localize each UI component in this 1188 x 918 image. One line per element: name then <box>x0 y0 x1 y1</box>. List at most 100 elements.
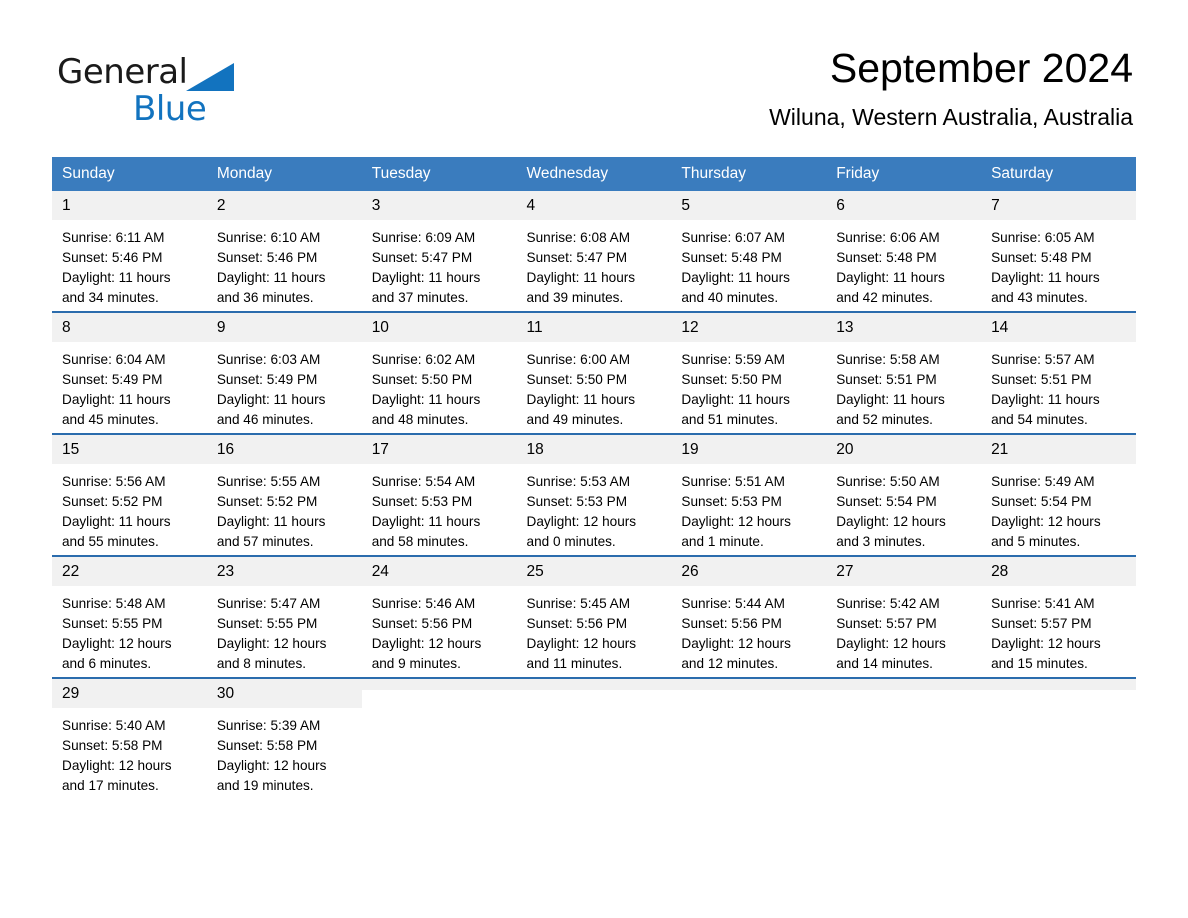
day-number <box>671 679 827 690</box>
daylight-text-line2: and 42 minutes. <box>836 290 933 305</box>
daylight-text-line2: and 39 minutes. <box>526 290 624 305</box>
day-cell[interactable]: 7 Sunrise: 6:05 AM Sunset: 5:48 PM Dayli… <box>981 191 1136 312</box>
weekday-header-friday: Friday <box>826 157 982 191</box>
calendar-week-row: 8 Sunrise: 6:04 AM Sunset: 5:49 PM Dayli… <box>52 311 1136 434</box>
sunrise-text: Sunrise: 6:08 AM <box>526 230 631 245</box>
day-info: Sunrise: 5:55 AM Sunset: 5:52 PM Dayligh… <box>207 464 362 552</box>
day-cell-empty <box>671 677 827 799</box>
day-info: Sunrise: 5:54 AM Sunset: 5:53 PM Dayligh… <box>362 464 517 552</box>
day-number: 12 <box>671 313 827 342</box>
day-cell[interactable]: 25 Sunrise: 5:45 AM Sunset: 5:56 PM Dayl… <box>516 555 672 678</box>
sunrise-text: Sunrise: 6:09 AM <box>371 230 476 245</box>
calendar-table: Sunday Monday Tuesday Wednesday Thursday… <box>52 157 1136 799</box>
brand-logo[interactable]: General Blue <box>57 52 357 129</box>
day-info: Sunrise: 5:50 AM Sunset: 5:54 PM Dayligh… <box>826 464 981 552</box>
day-cell[interactable]: 19 Sunrise: 5:51 AM Sunset: 5:53 PM Dayl… <box>671 433 827 556</box>
sunrise-text: Sunrise: 6:02 AM <box>371 352 476 367</box>
day-info: Sunrise: 6:02 AM Sunset: 5:50 PM Dayligh… <box>362 342 517 430</box>
day-cell[interactable]: 29 Sunrise: 5:40 AM Sunset: 5:58 PM Dayl… <box>52 677 207 799</box>
day-cell[interactable]: 6 Sunrise: 6:06 AM Sunset: 5:48 PM Dayli… <box>826 191 982 312</box>
daylight-text-line1: Daylight: 11 hours <box>62 270 171 285</box>
day-cell[interactable]: 26 Sunrise: 5:44 AM Sunset: 5:56 PM Dayl… <box>671 555 827 678</box>
day-cell[interactable]: 20 Sunrise: 5:50 AM Sunset: 5:54 PM Dayl… <box>826 433 982 556</box>
daylight-text-line2: and 49 minutes. <box>526 412 624 427</box>
daylight-text-line2: and 55 minutes. <box>62 534 159 549</box>
day-cell[interactable]: 11 Sunrise: 6:00 AM Sunset: 5:50 PM Dayl… <box>516 311 672 434</box>
day-cell[interactable]: 16 Sunrise: 5:55 AM Sunset: 5:52 PM Dayl… <box>206 433 362 556</box>
sunrise-text: Sunrise: 5:48 AM <box>62 596 166 611</box>
day-cell[interactable]: 10 Sunrise: 6:02 AM Sunset: 5:50 PM Dayl… <box>361 311 517 434</box>
page-title: September 2024 <box>829 45 1133 91</box>
day-number: 15 <box>52 435 207 464</box>
location-subtitle: Wiluna, Western Australia, Australia <box>769 104 1133 130</box>
daylight-text-line2: and 34 minutes. <box>62 290 159 305</box>
day-cell[interactable]: 27 Sunrise: 5:42 AM Sunset: 5:57 PM Dayl… <box>826 555 982 678</box>
day-cell[interactable]: 28 Sunrise: 5:41 AM Sunset: 5:57 PM Dayl… <box>981 555 1136 678</box>
sunset-text: Sunset: 5:48 PM <box>991 250 1092 265</box>
daylight-text-line2: and 11 minutes. <box>526 656 623 671</box>
day-cell[interactable]: 8 Sunrise: 6:04 AM Sunset: 5:49 PM Dayli… <box>52 311 207 434</box>
sunrise-text: Sunrise: 6:06 AM <box>836 230 940 245</box>
day-cell[interactable]: 2 Sunrise: 6:10 AM Sunset: 5:46 PM Dayli… <box>206 191 362 312</box>
day-cell-empty <box>981 677 1136 799</box>
day-cell[interactable]: 23 Sunrise: 5:47 AM Sunset: 5:55 PM Dayl… <box>206 555 362 678</box>
day-info: Sunrise: 5:53 AM Sunset: 5:53 PM Dayligh… <box>517 464 672 552</box>
day-info: Sunrise: 5:47 AM Sunset: 5:55 PM Dayligh… <box>207 586 362 674</box>
day-info: Sunrise: 5:40 AM Sunset: 5:58 PM Dayligh… <box>52 708 207 796</box>
weekday-header-tuesday: Tuesday <box>361 157 517 191</box>
daylight-text-line1: Daylight: 11 hours <box>681 270 790 285</box>
sunset-text: Sunset: 5:56 PM <box>371 616 473 631</box>
day-info: Sunrise: 6:00 AM Sunset: 5:50 PM Dayligh… <box>517 342 672 430</box>
daylight-text-line2: and 3 minutes. <box>836 534 926 549</box>
day-cell[interactable]: 30 Sunrise: 5:39 AM Sunset: 5:58 PM Dayl… <box>206 677 362 799</box>
day-number: 28 <box>981 557 1136 586</box>
day-number: 11 <box>516 313 672 342</box>
day-cell[interactable]: 24 Sunrise: 5:46 AM Sunset: 5:56 PM Dayl… <box>361 555 517 678</box>
day-cell[interactable]: 3 Sunrise: 6:09 AM Sunset: 5:47 PM Dayli… <box>361 191 517 312</box>
day-info: Sunrise: 5:44 AM Sunset: 5:56 PM Dayligh… <box>671 586 826 674</box>
day-cell[interactable]: 22 Sunrise: 5:48 AM Sunset: 5:55 PM Dayl… <box>52 555 207 678</box>
day-cell-empty <box>826 677 982 799</box>
daylight-text-line2: and 1 minute. <box>681 534 764 549</box>
calendar-week-row: 29 Sunrise: 5:40 AM Sunset: 5:58 PM Dayl… <box>52 677 1136 799</box>
daylight-text-line2: and 58 minutes. <box>371 534 469 549</box>
day-cell[interactable]: 17 Sunrise: 5:54 AM Sunset: 5:53 PM Dayl… <box>361 433 517 556</box>
daylight-text-line2: and 17 minutes. <box>62 778 159 793</box>
sunrise-text: Sunrise: 5:40 AM <box>62 718 166 733</box>
daylight-text-line1: Daylight: 11 hours <box>371 514 481 529</box>
daylight-text-line2: and 12 minutes. <box>681 656 779 671</box>
daylight-text-line1: Daylight: 11 hours <box>62 392 171 407</box>
day-cell[interactable]: 9 Sunrise: 6:03 AM Sunset: 5:49 PM Dayli… <box>206 311 362 434</box>
sunset-text: Sunset: 5:54 PM <box>991 494 1092 509</box>
weekday-header-wednesday: Wednesday <box>516 157 672 191</box>
day-number: 27 <box>826 557 982 586</box>
weekday-header-row: Sunday Monday Tuesday Wednesday Thursday… <box>52 157 1136 191</box>
sunset-text: Sunset: 5:46 PM <box>216 250 318 265</box>
daylight-text-line2: and 9 minutes. <box>371 656 461 671</box>
weekday-header-thursday: Thursday <box>671 157 827 191</box>
sunset-text: Sunset: 5:50 PM <box>371 372 473 387</box>
day-cell[interactable]: 12 Sunrise: 5:59 AM Sunset: 5:50 PM Dayl… <box>671 311 827 434</box>
daylight-text-line1: Daylight: 11 hours <box>371 392 481 407</box>
daylight-text-line1: Daylight: 11 hours <box>836 392 945 407</box>
sunrise-text: Sunrise: 5:49 AM <box>991 474 1095 489</box>
day-cell[interactable]: 14 Sunrise: 5:57 AM Sunset: 5:51 PM Dayl… <box>981 311 1136 434</box>
day-cell[interactable]: 13 Sunrise: 5:58 AM Sunset: 5:51 PM Dayl… <box>826 311 982 434</box>
sunrise-text: Sunrise: 6:03 AM <box>216 352 321 367</box>
day-cell[interactable]: 15 Sunrise: 5:56 AM Sunset: 5:52 PM Dayl… <box>52 433 207 556</box>
day-number: 30 <box>206 679 362 708</box>
sunrise-text: Sunrise: 5:53 AM <box>526 474 631 489</box>
day-info: Sunrise: 6:10 AM Sunset: 5:46 PM Dayligh… <box>207 220 362 308</box>
day-cell[interactable]: 4 Sunrise: 6:08 AM Sunset: 5:47 PM Dayli… <box>516 191 672 312</box>
calendar-page: General Blue September 2024 Wiluna, West… <box>0 0 1188 918</box>
daylight-text-line1: Daylight: 11 hours <box>216 270 326 285</box>
day-cell[interactable]: 5 Sunrise: 6:07 AM Sunset: 5:48 PM Dayli… <box>671 191 827 312</box>
day-cell[interactable]: 21 Sunrise: 5:49 AM Sunset: 5:54 PM Dayl… <box>981 433 1136 556</box>
brand-name-blue: Blue <box>133 89 207 129</box>
sunrise-text: Sunrise: 6:07 AM <box>681 230 785 245</box>
day-cell[interactable]: 18 Sunrise: 5:53 AM Sunset: 5:53 PM Dayl… <box>516 433 672 556</box>
sunset-text: Sunset: 5:49 PM <box>216 372 318 387</box>
day-info: Sunrise: 6:07 AM Sunset: 5:48 PM Dayligh… <box>671 220 826 308</box>
brand-name-general: General <box>57 52 188 92</box>
day-cell[interactable]: 1 Sunrise: 6:11 AM Sunset: 5:46 PM Dayli… <box>52 191 207 312</box>
